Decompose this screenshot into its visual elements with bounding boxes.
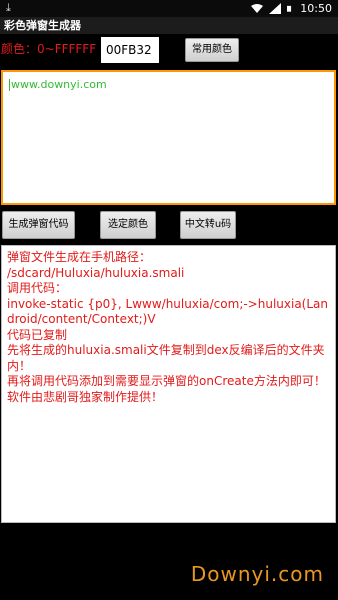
wifi-icon <box>251 4 264 13</box>
signal-icon <box>269 3 282 14</box>
output-line: 代码已复制 <box>7 327 68 342</box>
code-text: www.downyi.com <box>11 78 107 91</box>
generate-code-button[interactable]: 生成弹窗代码 <box>2 211 75 239</box>
color-range-label: 颜色：0~FFFFFF <box>1 42 97 56</box>
output-line: 弹窗文件生成在手机路径： <box>7 250 152 264</box>
output-line: /sdcard/Huluxia/huluxia.smali <box>7 265 185 280</box>
battery-icon <box>287 5 292 12</box>
output-line: invoke-static {p0}, Lwww/huluxia/com;->h… <box>7 296 329 327</box>
status-right: 10:50 <box>251 2 332 15</box>
output-line: 先将生成的huluxia.smali文件复制到dex反编译后的文件夹内！ <box>7 343 325 373</box>
common-colors-button[interactable]: 常用颜色 <box>185 38 239 62</box>
color-input[interactable]: 00FB32 <box>101 37 159 63</box>
download-icon: ⤓ <box>6 1 11 14</box>
output-line: 软件由悲剧哥独家制作提供！ <box>7 389 164 404</box>
code-text-area[interactable]: www.downyi.com <box>1 70 336 205</box>
chinese-to-unicode-button[interactable]: 中文转u码 <box>180 211 236 239</box>
output-line: 调用代码： <box>7 281 68 295</box>
watermark: Downyi.com <box>190 562 324 586</box>
pick-color-button[interactable]: 选定颜色 <box>100 211 156 239</box>
output-line: 再将调用代码添加到需要显示弹窗的onCreate方法内即可！ <box>7 374 326 388</box>
text-cursor <box>9 79 10 91</box>
output-panel: 弹窗文件生成在手机路径： /sdcard/Huluxia/huluxia.sma… <box>1 245 336 523</box>
clock: 10:50 <box>300 2 332 15</box>
app-title: 彩色弹窗生成器 <box>0 17 338 34</box>
status-bar: ⤓ 10:50 <box>0 0 338 17</box>
